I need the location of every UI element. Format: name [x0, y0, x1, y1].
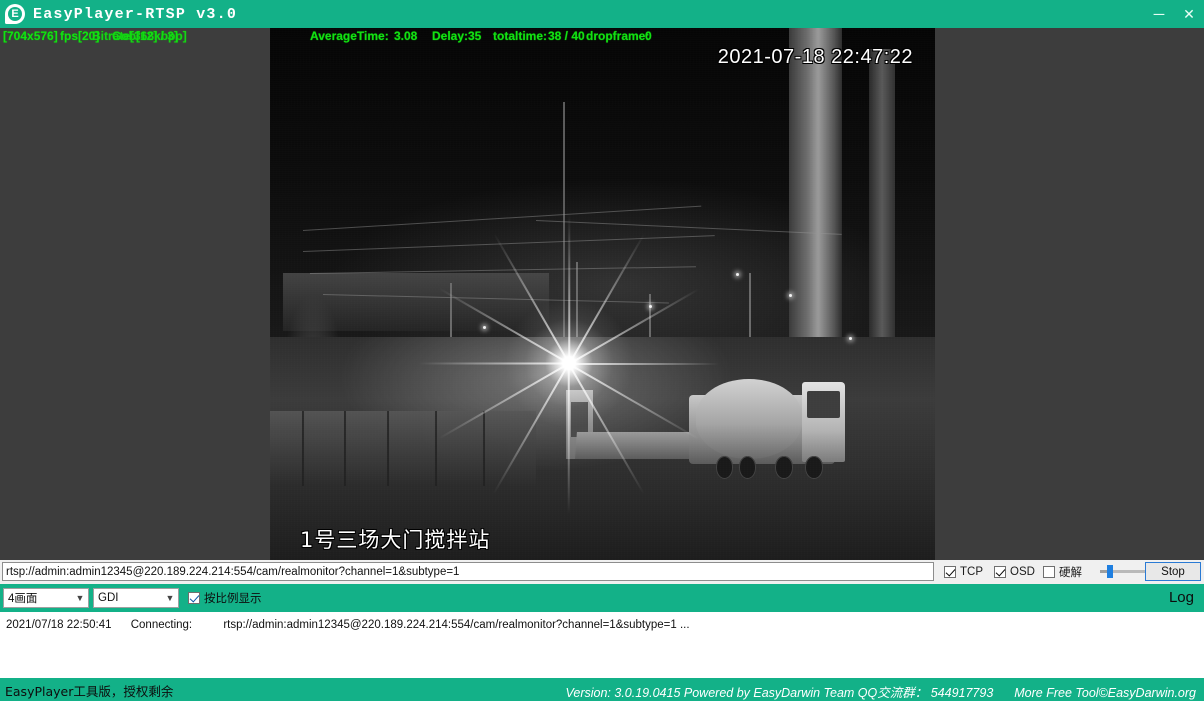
rtsp-url-input[interactable]: rtsp://admin:admin12345@220.189.224.214:…	[2, 562, 934, 581]
video-timestamp-osd: 2021-07-18 22:47:22	[717, 46, 913, 68]
minimize-button[interactable]: ─	[1144, 0, 1174, 28]
close-button[interactable]: ✕	[1174, 0, 1204, 28]
hardware-decode-checkbox-label: 硬解	[1059, 567, 1082, 579]
log-entry-detail: rtsp://admin:admin12345@220.189.224.214:…	[223, 619, 690, 631]
log-section-label[interactable]: Log	[1169, 589, 1194, 606]
log-entry-action: Connecting:	[130, 619, 193, 631]
osd-checkbox[interactable]: OSD	[994, 563, 1035, 581]
version-info: Version: 3.0.19.0415 Powered by EasyDarw…	[566, 682, 1196, 701]
aspect-ratio-checkbox-box[interactable]	[188, 592, 200, 604]
window-title: EasyPlayer-RTSP v3.0	[33, 5, 238, 23]
aspect-ratio-checkbox-label: 按比例显示	[204, 591, 262, 605]
hardware-decode-checkbox[interactable]: 硬解	[1043, 563, 1082, 581]
chevron-down-icon[interactable]: ▼	[72, 589, 88, 607]
tcp-checkbox-box[interactable]	[944, 566, 956, 578]
video-frame[interactable]: 2021-07-18 22:47:22 1号三场大门搅拌站	[270, 28, 935, 560]
easyplayer-window: E EasyPlayer-RTSP v3.0 ─ ✕ 2021-07-18 22…	[0, 0, 1204, 700]
volume-slider[interactable]	[1100, 565, 1150, 578]
stop-button[interactable]: Stop	[1145, 562, 1201, 581]
osd-checkbox-label: OSD	[1010, 566, 1035, 578]
render-select[interactable]: GDI ▼	[93, 588, 179, 608]
tcp-checkbox-label: TCP	[960, 566, 983, 578]
render-select-value: GDI	[98, 592, 119, 604]
log-entry-time: 2021/07/18 22:50:41	[6, 619, 112, 631]
video-scene	[270, 28, 935, 560]
tcp-checkbox[interactable]: TCP	[944, 563, 983, 581]
player-toolbar: 4画面 ▼ GDI ▼ 按比例显示 Log	[0, 584, 1204, 612]
version-text: Version: 3.0.19.0415 Powered by EasyDarw…	[565, 686, 994, 700]
stream-control-bar: rtsp://admin:admin12345@220.189.224.214:…	[0, 560, 1204, 584]
title-bar: E EasyPlayer-RTSP v3.0 ─ ✕	[0, 0, 1204, 28]
chevron-down-icon[interactable]: ▼	[162, 589, 178, 607]
video-channel-name-osd: 1号三场大门搅拌站	[300, 528, 491, 552]
video-display-area[interactable]: 2021-07-18 22:47:22 1号三场大门搅拌站	[0, 28, 1204, 560]
layout-select[interactable]: 4画面 ▼	[3, 588, 89, 608]
aspect-ratio-checkbox[interactable]: 按比例显示	[188, 590, 262, 606]
easyplayer-logo-icon: E	[5, 4, 25, 24]
log-entry: 2021/07/18 22:50:41 Connecting: rtsp://a…	[6, 619, 690, 631]
status-bar: EasyPlayer工具版，授权剩余 Version: 3.0.19.0415 …	[0, 678, 1204, 700]
osd-checkbox-box[interactable]	[994, 566, 1006, 578]
license-status-text: EasyPlayer工具版，授权剩余	[5, 684, 174, 699]
more-free-tool-text: More Free Tool©EasyDarwin.org	[1014, 686, 1196, 700]
log-panel[interactable]: 2021/07/18 22:50:41 Connecting: rtsp://a…	[0, 612, 1204, 678]
hardware-decode-checkbox-box[interactable]	[1043, 566, 1055, 578]
window-controls: ─ ✕	[1144, 0, 1204, 28]
volume-slider-knob[interactable]	[1107, 565, 1113, 578]
layout-select-value: 4画面	[8, 593, 38, 605]
